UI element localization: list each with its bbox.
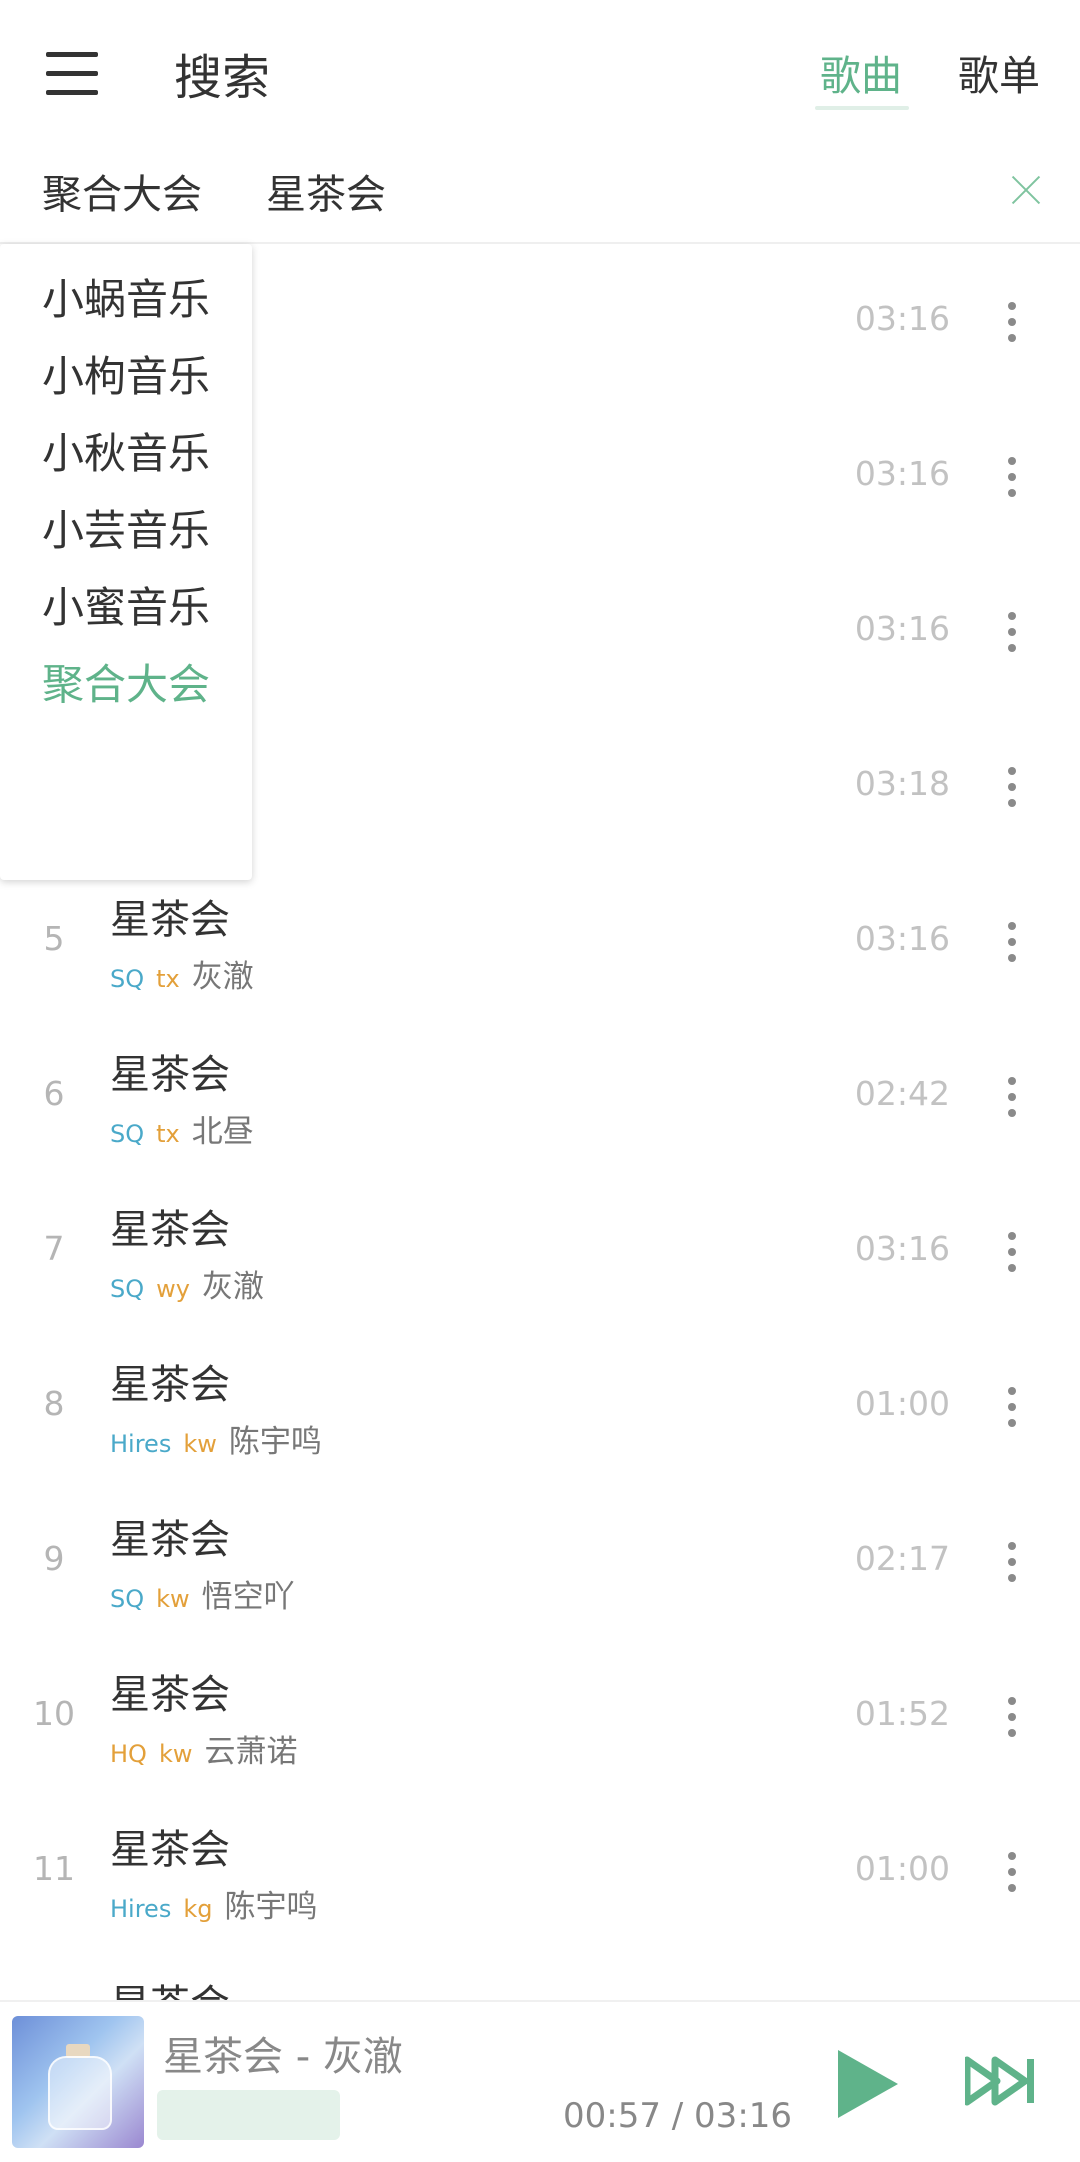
song-meta: SQ wy 灰澈 <box>110 1261 264 1306</box>
more-options-icon[interactable] <box>1007 1852 1017 1892</box>
song-row[interactable]: 8 星茶会 Hires kw 陈宇鸣 01:00 <box>0 1327 1080 1482</box>
song-row[interactable]: 5 星茶会 SQ tx 灰澈 03:16 <box>0 862 1080 1017</box>
song-row[interactable]: 10 星茶会 HQ kw 云萧诺 01:52 <box>0 1637 1080 1792</box>
song-meta: SQ kw 悟空吖 <box>110 1571 295 1616</box>
song-duration: 03:16 <box>854 919 950 958</box>
song-index: 8 <box>43 1384 65 1423</box>
search-bar: 聚合大会 星茶会 <box>0 140 1080 244</box>
song-meta: Hires kw 陈宇鸣 <box>110 1416 322 1461</box>
dropdown-item-xiaoqiu[interactable]: 小秋音乐 <box>42 420 210 481</box>
song-index: 7 <box>43 1229 65 1268</box>
tab-active-indicator <box>815 106 909 110</box>
playback-time: 00:57 / 03:16 <box>563 2096 793 2136</box>
dropdown-item-xiaomi[interactable]: 小蜜音乐 <box>42 574 210 635</box>
song-duration: 02:42 <box>854 1074 950 1113</box>
song-row[interactable]: 7 星茶会 SQ wy 灰澈 03:16 <box>0 1172 1080 1327</box>
song-title: 星茶会 <box>110 1052 230 1098</box>
source-dropdown-menu: 小蜗音乐 小枸音乐 小秋音乐 小芸音乐 小蜜音乐 聚合大会 <box>0 244 252 880</box>
song-singer: 灰澈 <box>201 1269 264 1305</box>
more-options-icon[interactable] <box>1007 1077 1017 1117</box>
song-row[interactable]: 11 星茶会 Hires kg 陈宇鸣 01:00 <box>0 1792 1080 1947</box>
song-duration: 03:16 <box>854 1229 950 1268</box>
source-badge: kw <box>156 1585 190 1613</box>
album-cover[interactable] <box>12 2016 144 2148</box>
quality-badge: SQ <box>110 1120 145 1148</box>
song-duration: 03:18 <box>854 764 950 803</box>
song-title: 星茶会 <box>110 1362 230 1408</box>
song-duration: 02:17 <box>854 1539 950 1578</box>
song-meta: SQ tx 灰澈 <box>110 951 254 996</box>
song-index: 10 <box>33 1694 75 1733</box>
song-duration: 03:16 <box>854 454 950 493</box>
next-icon[interactable] <box>965 2056 1037 2106</box>
page-title: 搜索 <box>174 50 271 106</box>
dropdown-item-xiaowo[interactable]: 小蜗音乐 <box>42 266 210 327</box>
song-index: 5 <box>43 919 65 958</box>
song-singer: 陈宇鸣 <box>228 1424 322 1460</box>
tab-songs[interactable]: 歌曲 <box>820 42 902 102</box>
song-singer: 悟空吖 <box>201 1579 295 1615</box>
player-bar[interactable]: 星茶会 - 灰澈 00:57 / 03:16 <box>0 2000 1080 2162</box>
song-duration: 03:16 <box>854 299 950 338</box>
song-duration: 03:16 <box>854 609 950 648</box>
more-options-icon[interactable] <box>1007 1542 1017 1582</box>
menu-icon[interactable] <box>46 52 98 96</box>
more-options-icon[interactable] <box>1007 612 1017 652</box>
close-icon[interactable] <box>1010 174 1042 206</box>
song-index: 9 <box>43 1539 65 1578</box>
search-input[interactable]: 星茶会 <box>266 162 386 220</box>
source-selector[interactable]: 聚合大会 <box>42 162 202 220</box>
now-playing-title: 星茶会 - 灰澈 <box>163 2034 403 2080</box>
song-index: 6 <box>43 1074 65 1113</box>
more-options-icon[interactable] <box>1007 1697 1017 1737</box>
quality-badge: SQ <box>110 1585 145 1613</box>
song-row[interactable]: 6 星茶会 SQ tx 北昼 02:42 <box>0 1017 1080 1172</box>
play-icon[interactable] <box>838 2050 898 2118</box>
more-options-icon[interactable] <box>1007 1232 1017 1272</box>
more-options-icon[interactable] <box>1007 922 1017 962</box>
song-meta: SQ tx 北昼 <box>110 1106 254 1151</box>
source-badge: tx <box>156 965 180 993</box>
source-badge: kg <box>183 1895 213 1923</box>
song-duration: 01:00 <box>854 1849 950 1888</box>
song-singer: 云萧诺 <box>204 1734 298 1770</box>
song-title: 星茶会 <box>110 1517 230 1563</box>
song-title: 星茶会 <box>110 1827 230 1873</box>
song-meta: HQ kw 云萧诺 <box>110 1726 297 1771</box>
song-title: 星茶会 <box>110 897 230 943</box>
more-options-icon[interactable] <box>1007 767 1017 807</box>
more-options-icon[interactable] <box>1007 457 1017 497</box>
song-meta: Hires kg 陈宇鸣 <box>110 1881 317 1926</box>
app-header: 搜索 歌曲 歌单 <box>0 0 1080 140</box>
dropdown-item-juhe[interactable]: 聚合大会 <box>42 651 210 712</box>
song-title: 星茶会 <box>110 1672 230 1718</box>
more-options-icon[interactable] <box>1007 1387 1017 1427</box>
quality-badge: Hires <box>110 1430 172 1458</box>
song-duration: 01:52 <box>854 1694 950 1733</box>
source-badge: tx <box>156 1120 180 1148</box>
quality-badge: SQ <box>110 965 145 993</box>
source-badge: wy <box>156 1275 190 1303</box>
dropdown-item-xiaogou[interactable]: 小枸音乐 <box>42 343 210 404</box>
dropdown-item-xiaoyun[interactable]: 小芸音乐 <box>42 497 210 558</box>
quality-badge: SQ <box>110 1275 145 1303</box>
song-singer: 北昼 <box>191 1114 254 1150</box>
song-singer: 灰澈 <box>191 959 254 995</box>
song-index: 11 <box>33 1849 75 1888</box>
song-title: 星茶会 <box>110 1207 230 1253</box>
song-row[interactable]: 9 星茶会 SQ kw 悟空吖 02:17 <box>0 1482 1080 1637</box>
progress-bar[interactable] <box>157 2090 340 2140</box>
quality-badge: HQ <box>110 1740 147 1768</box>
quality-badge: Hires <box>110 1895 172 1923</box>
song-duration: 01:00 <box>854 1384 950 1423</box>
tab-playlists[interactable]: 歌单 <box>958 42 1040 102</box>
song-singer: 陈宇鸣 <box>224 1889 318 1925</box>
source-badge: kw <box>158 1740 193 1768</box>
source-badge: kw <box>183 1430 217 1458</box>
more-options-icon[interactable] <box>1007 302 1017 342</box>
